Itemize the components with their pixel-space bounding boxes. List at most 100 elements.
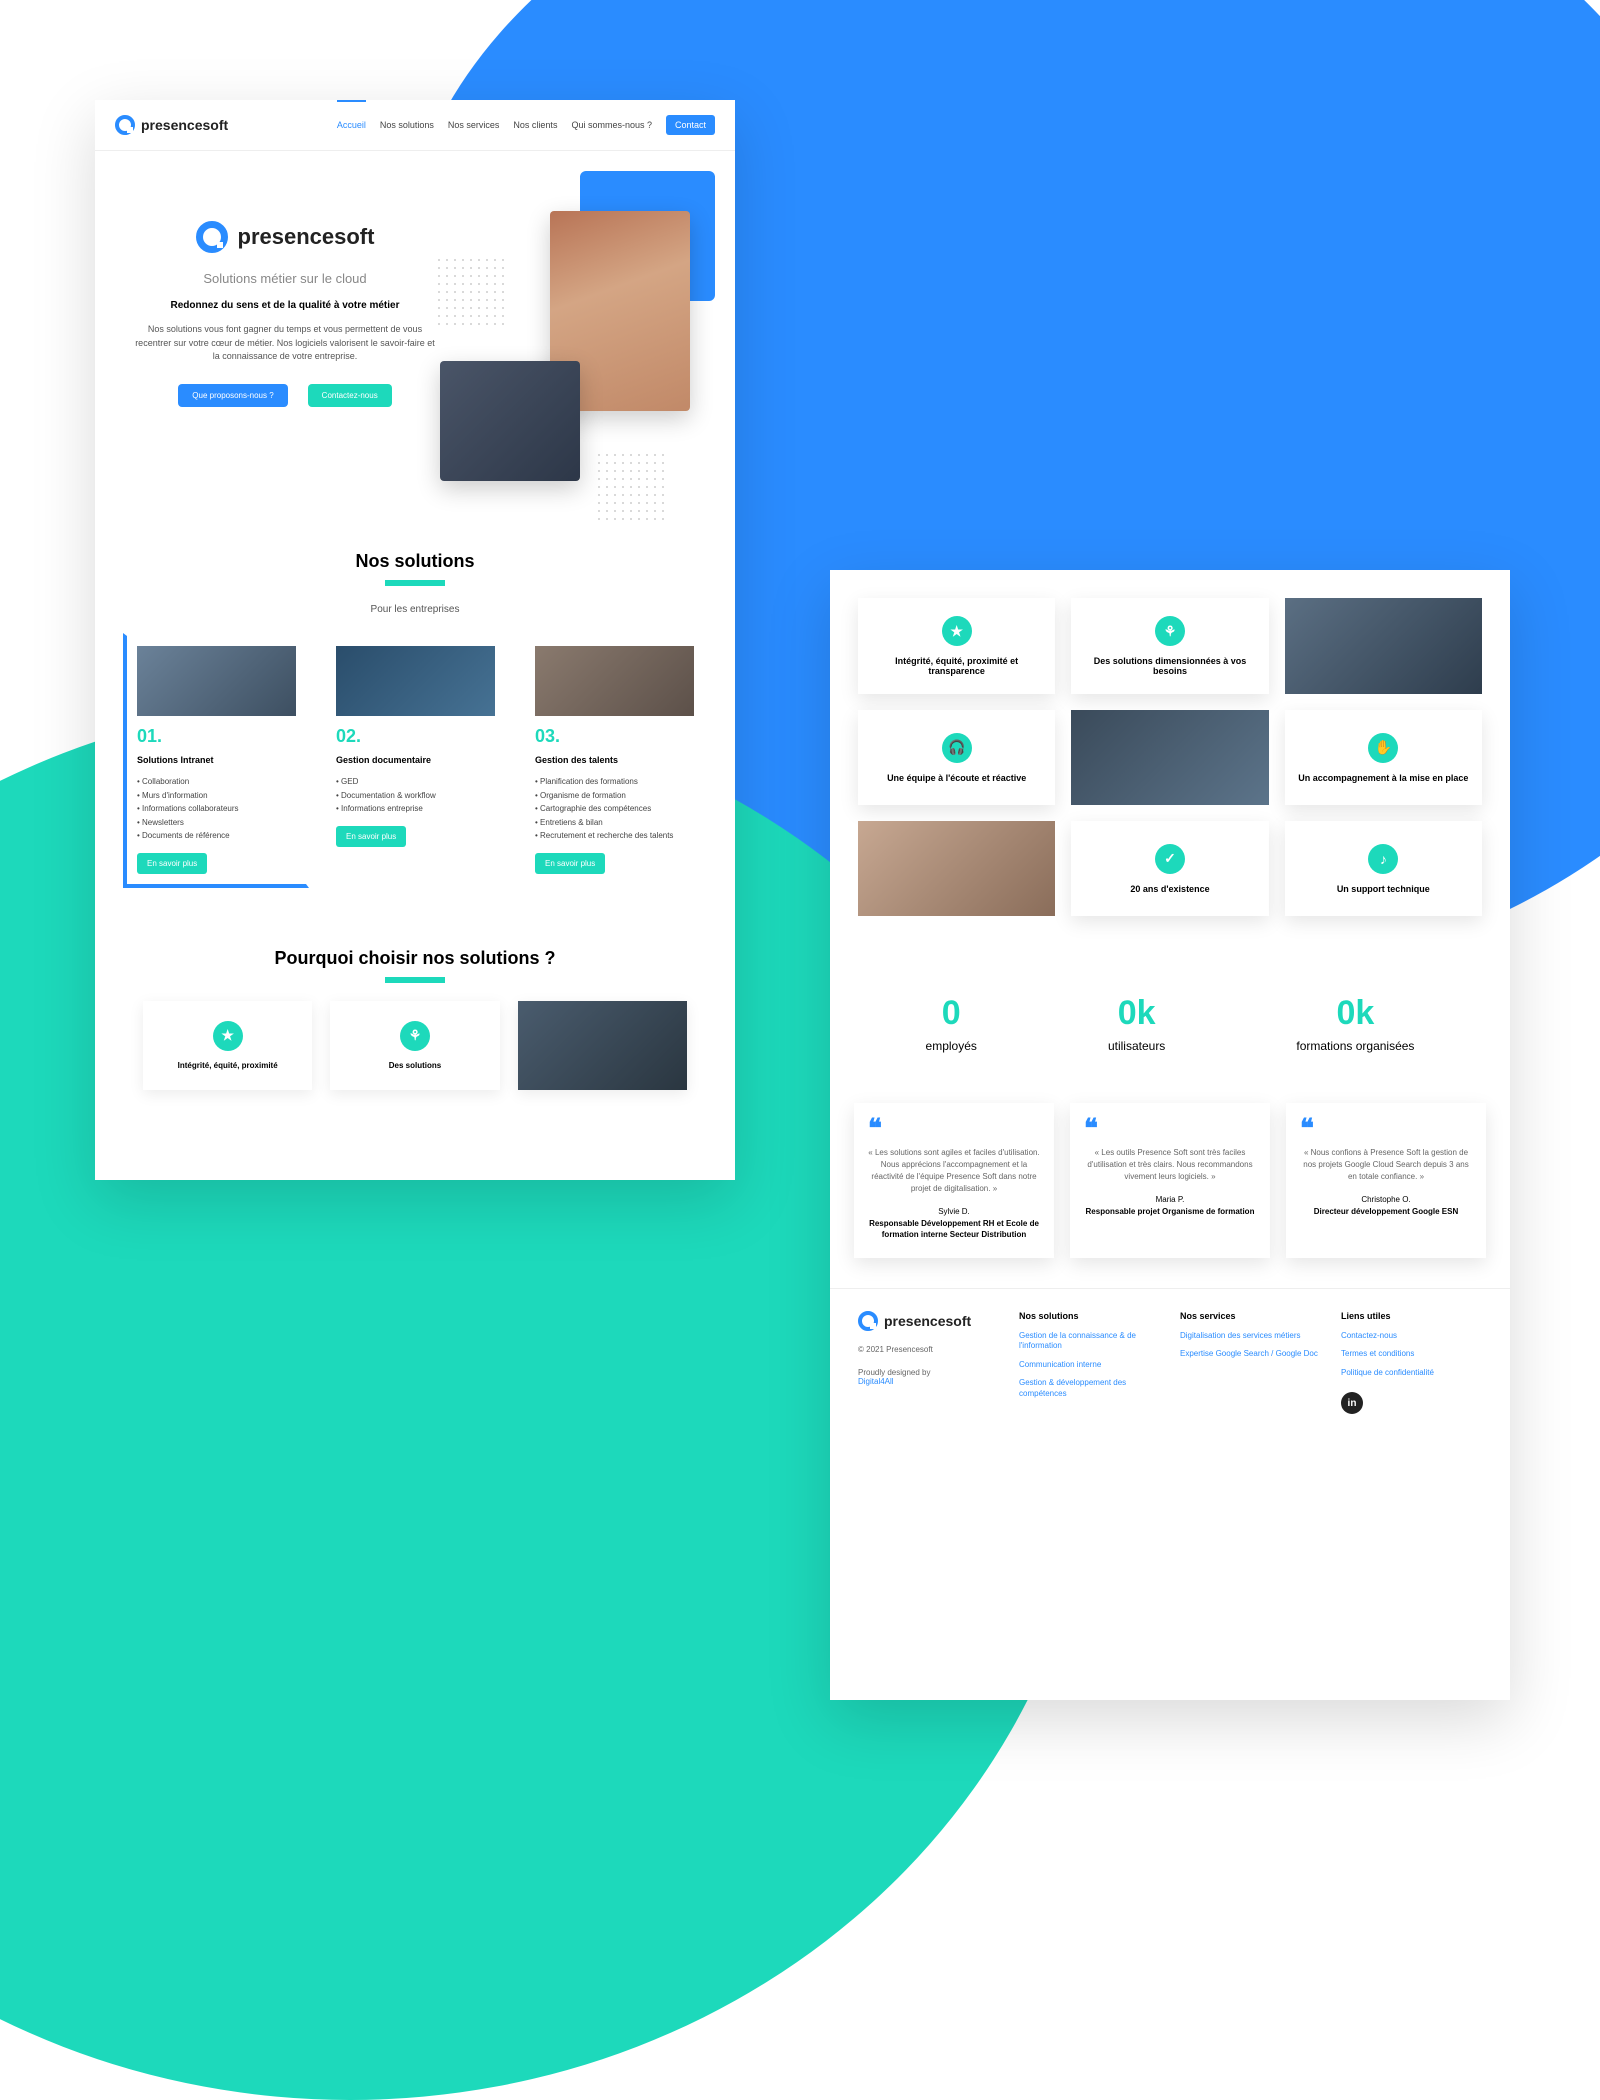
footer-link[interactable]: Contactez-nous xyxy=(1341,1331,1482,1341)
hero-images xyxy=(445,191,705,511)
testimonial-quote: « Les solutions sont agiles et faciles d… xyxy=(868,1147,1040,1195)
why-grid-wrap: ★ Intégrité, équité, proximité et transpa… xyxy=(830,570,1510,944)
footer-link[interactable]: Digitalisation des services métiers xyxy=(1180,1331,1321,1341)
support-icon: ♪ xyxy=(1368,844,1398,874)
why-text: Des solutions xyxy=(389,1061,441,1070)
nav-about[interactable]: Qui sommes-nous ? xyxy=(571,114,652,136)
cta-what-button[interactable]: Que proposons-nous ? xyxy=(178,384,287,407)
why-grid: ★ Intégrité, équité, proximité et transpa… xyxy=(830,570,1510,944)
list-item: Murs d'information xyxy=(137,789,296,803)
list-item: Documents de référence xyxy=(137,829,296,843)
testimonial-card: ❝ « Les solutions sont agiles et faciles… xyxy=(854,1103,1054,1258)
logo-mark-icon xyxy=(196,221,228,253)
card-cta-button[interactable]: En savoir plus xyxy=(535,853,605,874)
testimonial-quote: « Nous confions à Presence Soft la gesti… xyxy=(1300,1147,1472,1183)
list-item: Entretiens & bilan xyxy=(535,816,694,830)
testimonial-role: Directeur développement Google ESN xyxy=(1300,1206,1472,1217)
card-number: 03. xyxy=(535,726,694,747)
testimonial-name: Sylvie D. xyxy=(868,1207,1040,1216)
footer-link[interactable]: Politique de confidentialité xyxy=(1341,1368,1482,1378)
card-intranet[interactable]: 01. Solutions Intranet Collaboration Mur… xyxy=(123,633,309,888)
card-ged[interactable]: 02. Gestion documentaire GED Documentati… xyxy=(323,633,508,888)
why-text: 20 ans d'existence xyxy=(1130,884,1209,894)
nav-services[interactable]: Nos services xyxy=(448,114,500,136)
footer-col-solutions: Nos solutions Gestion de la connaissance… xyxy=(1019,1311,1160,1414)
testimonials: ❝ « Les solutions sont agiles et faciles… xyxy=(830,1083,1510,1288)
users-icon: ⚘ xyxy=(1155,616,1185,646)
linkedin-icon[interactable]: in xyxy=(1341,1392,1363,1414)
list-item: Cartographie des compétences xyxy=(535,802,694,816)
card-talents[interactable]: 03. Gestion des talents Planification de… xyxy=(522,633,707,888)
card-number: 01. xyxy=(137,726,296,747)
footer-heading: Nos solutions xyxy=(1019,1311,1160,1321)
headset-icon: 🎧 xyxy=(942,733,972,763)
card-cta-button[interactable]: En savoir plus xyxy=(336,826,406,847)
contact-button[interactable]: Contact xyxy=(666,115,715,135)
logo-mark-icon xyxy=(115,115,135,135)
solutions-title: Nos solutions xyxy=(115,551,715,572)
footer-logo[interactable]: presencesoft xyxy=(858,1311,999,1331)
card-number: 02. xyxy=(336,726,495,747)
nav-solutions[interactable]: Nos solutions xyxy=(380,114,434,136)
why-cell: ✓ 20 ans d'existence xyxy=(1071,821,1268,916)
nav: Accueil Nos solutions Nos services Nos c… xyxy=(337,114,715,136)
footer-link[interactable]: Gestion & développement des compétences xyxy=(1019,1378,1160,1399)
footer-link[interactable]: Termes et conditions xyxy=(1341,1349,1482,1359)
list-item: Recrutement et recherche des talents xyxy=(535,829,694,843)
card-image xyxy=(336,646,495,716)
list-item: Planification des formations xyxy=(535,775,694,789)
panel-top: presencesoft Accueil Nos solutions Nos s… xyxy=(95,100,735,1180)
list-item: Informations collaborateurs xyxy=(137,802,296,816)
hero-subtitle: Solutions métier sur le cloud xyxy=(125,271,445,286)
footer-link[interactable]: Expertise Google Search / Google Doc xyxy=(1180,1349,1321,1359)
underline-bar xyxy=(385,977,445,983)
stat-label: formations organisées xyxy=(1296,1039,1414,1053)
why-text: Une équipe à l'écoute et réactive xyxy=(887,773,1026,783)
logo[interactable]: presencesoft xyxy=(115,115,228,135)
footer-link[interactable]: Communication interne xyxy=(1019,1360,1160,1370)
header: presencesoft Accueil Nos solutions Nos s… xyxy=(95,100,735,151)
why-text: Intégrité, équité, proximité xyxy=(178,1061,278,1070)
testimonial-quote: « Les outils Presence Soft sont très fac… xyxy=(1084,1147,1256,1183)
why-image xyxy=(518,1001,687,1090)
why-text: Intégrité, équité, proximité et transpar… xyxy=(868,656,1045,676)
check-icon: ✓ xyxy=(1155,844,1185,874)
designer-link[interactable]: Digital4All xyxy=(858,1377,999,1387)
hero-buttons: Que proposons-nous ? Contactez-nous xyxy=(125,384,445,407)
footer: presencesoft © 2021 Presencesoft Proudly… xyxy=(830,1288,1510,1436)
panel-bottom: ★ Intégrité, équité, proximité et transpa… xyxy=(830,570,1510,1700)
why-section: Pourquoi choisir nos solutions ? ★ Intég… xyxy=(95,908,735,1110)
stat: 0 employés xyxy=(926,994,977,1053)
cta-contact-button[interactable]: Contactez-nous xyxy=(308,384,392,407)
list-item: Newsletters xyxy=(137,816,296,830)
stat-label: employés xyxy=(926,1039,977,1053)
why-cell: 🎧 Une équipe à l'écoute et réactive xyxy=(858,710,1055,805)
why-cell: ★ Intégrité, équité, proximité xyxy=(143,1001,312,1090)
why-cell: ⚘Des solutions dimensionnées à vos besoi… xyxy=(1071,598,1268,694)
decor-dots-icon xyxy=(595,451,665,521)
stat-number: 0 xyxy=(926,994,977,1033)
hand-icon: ✋ xyxy=(1368,733,1398,763)
card-cta-button[interactable]: En savoir plus xyxy=(137,853,207,874)
hero-image-2 xyxy=(440,361,580,481)
hero-text: presencesoft Solutions métier sur le clo… xyxy=(125,191,445,511)
solution-cards: 01. Solutions Intranet Collaboration Mur… xyxy=(115,633,715,888)
footer-link[interactable]: Gestion de la connaissance & de l'inform… xyxy=(1019,1331,1160,1352)
why-title: Pourquoi choisir nos solutions ? xyxy=(115,948,715,969)
stat-number: 0k xyxy=(1108,994,1165,1033)
stats: 0employés 0kutilisateurs 0kformations or… xyxy=(830,944,1510,1083)
footer-col-services: Nos services Digitalisation des services… xyxy=(1180,1311,1321,1414)
testimonial-name: Maria P. xyxy=(1084,1195,1256,1204)
nav-accueil[interactable]: Accueil xyxy=(337,114,366,136)
card-title: Gestion documentaire xyxy=(336,755,495,765)
star-icon: ★ xyxy=(942,616,972,646)
list-item: Collaboration xyxy=(137,775,296,789)
nav-clients[interactable]: Nos clients xyxy=(513,114,557,136)
footer-heading: Liens utiles xyxy=(1341,1311,1482,1321)
testimonial-card: ❝ « Les outils Presence Soft sont très f… xyxy=(1070,1103,1270,1258)
users-icon: ⚘ xyxy=(400,1021,430,1051)
footer-col-links: Liens utiles Contactez-nous Termes et co… xyxy=(1341,1311,1482,1414)
copyright: © 2021 Presencesoft xyxy=(858,1345,999,1354)
hero-headline: Redonnez du sens et de la qualité à votr… xyxy=(125,300,445,311)
hero-body: Nos solutions vous font gagner du temps … xyxy=(125,323,445,364)
